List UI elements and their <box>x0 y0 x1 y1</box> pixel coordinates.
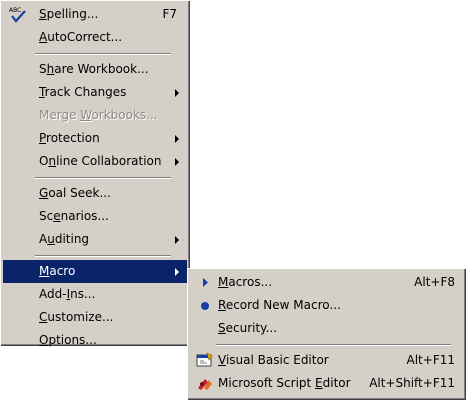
menu-item-label: Share Workbook... <box>39 62 149 76</box>
play-macro-icon <box>203 278 208 287</box>
menu-item-label: Record New Macro... <box>218 298 341 312</box>
submenu-item-macros[interactable]: Macros... Alt+F8 <box>190 271 463 294</box>
menu-item-macro[interactable]: Macro <box>3 260 187 283</box>
menu-item-goal-seek[interactable]: Goal Seek... <box>3 182 187 205</box>
spelling-icon: ABC <box>9 7 26 23</box>
submenu-item-security[interactable]: Security... <box>190 317 463 340</box>
record-icon <box>201 302 209 310</box>
menu-separator <box>3 173 187 182</box>
menu-item-protection[interactable]: Protection <box>3 127 187 150</box>
submenu-item-microsoft-script-editor[interactable]: Microsoft Script Editor Alt+Shift+F11 <box>190 372 463 395</box>
menu-item-track-changes[interactable]: Track Changes <box>3 81 187 104</box>
menu-separator <box>3 49 187 58</box>
menu-item-label: Visual Basic Editor <box>218 353 329 367</box>
menu-item-online-collaboration[interactable]: Online Collaboration <box>3 150 187 173</box>
shortcut-label: Alt+Shift+F11 <box>369 376 455 390</box>
menu-item-label: Track Changes <box>39 85 127 99</box>
menu-item-autocorrect[interactable]: AutoCorrect... <box>3 26 187 49</box>
menu-item-auditing[interactable]: Auditing <box>3 228 187 251</box>
menu-item-label: Macros... <box>218 275 273 289</box>
visual-basic-icon <box>196 352 213 367</box>
menu-item-label: Merge Workbooks... <box>39 108 158 122</box>
menu-item-spelling[interactable]: ABC Spelling... F7 <box>3 3 187 26</box>
shortcut-label: Alt+F11 <box>406 353 455 367</box>
menu-item-label: AutoCorrect... <box>39 30 123 44</box>
menu-item-label: Microsoft Script Editor <box>218 376 351 390</box>
menu-item-add-ins[interactable]: Add-Ins... <box>3 283 187 306</box>
script-editor-icon <box>198 379 212 390</box>
menu-item-label: Auditing <box>39 232 90 246</box>
menu-item-label: Scenarios... <box>39 209 109 223</box>
submenu-item-visual-basic-editor[interactable]: Visual Basic Editor Alt+F11 <box>190 349 463 372</box>
submenu-arrow-icon <box>175 89 179 97</box>
shortcut-label: Alt+F8 <box>414 275 455 289</box>
menu-item-share-workbook[interactable]: Share Workbook... <box>3 58 187 81</box>
menu-item-options[interactable]: Options... <box>3 329 187 352</box>
submenu-arrow-icon <box>175 268 179 276</box>
menu-separator <box>190 340 463 349</box>
menu-item-label: Online Collaboration <box>39 154 162 168</box>
menu-item-label: Security... <box>218 321 278 335</box>
submenu-arrow-icon <box>175 236 179 244</box>
shortcut-label: F7 <box>162 7 177 21</box>
menu-item-label: Options... <box>39 333 97 347</box>
menu-item-label: Protection <box>39 131 100 145</box>
submenu-arrow-icon <box>175 135 179 143</box>
menu-item-customize[interactable]: Customize... <box>3 306 187 329</box>
menu-item-label: Customize... <box>39 310 114 324</box>
menu-separator <box>3 251 187 260</box>
macro-submenu: Macros... Alt+F8 Record New Macro... Sec… <box>187 268 466 400</box>
submenu-item-record-new-macro[interactable]: Record New Macro... <box>190 294 463 317</box>
menu-item-label: Goal Seek... <box>39 186 111 200</box>
menu-item-label: Add-Ins... <box>39 287 96 301</box>
menu-item-merge-workbooks: Merge Workbooks... <box>3 104 187 127</box>
menu-item-scenarios[interactable]: Scenarios... <box>3 205 187 228</box>
tools-menu: ABC Spelling... F7 AutoCorrect... Share … <box>0 0 190 347</box>
menu-item-label: Spelling... <box>39 7 99 21</box>
svg-text:ABC: ABC <box>9 7 21 14</box>
submenu-arrow-icon <box>175 158 179 166</box>
menu-item-label: Macro <box>39 264 76 278</box>
